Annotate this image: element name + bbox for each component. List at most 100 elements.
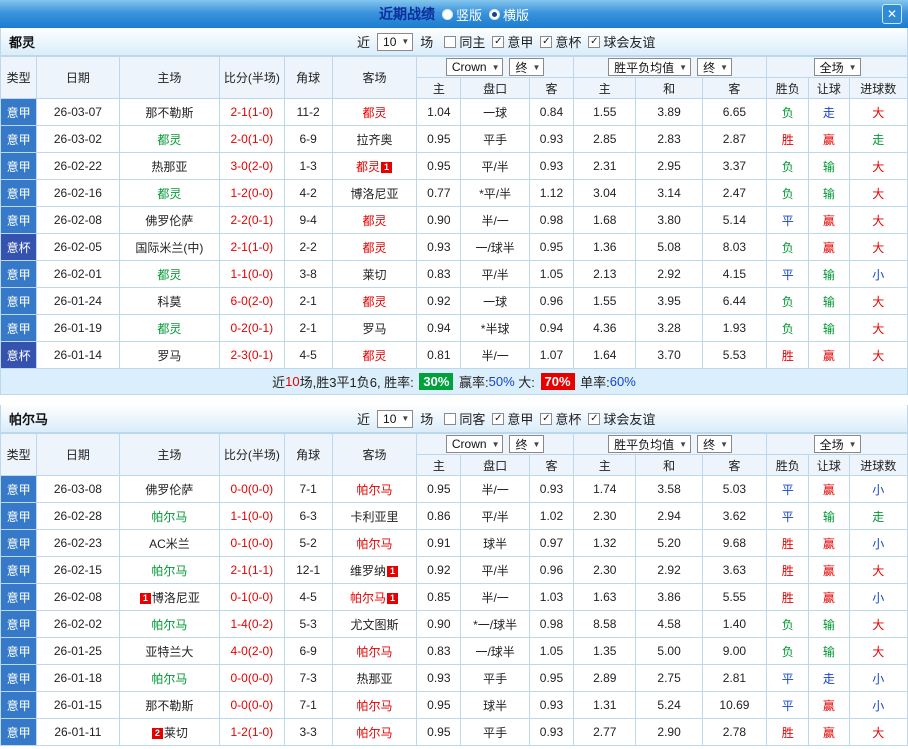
avg-period-select[interactable]: 终 ▼ (697, 58, 733, 76)
scope-select[interactable]: 全场 ▼ (813, 58, 861, 76)
team-label: 帕尔马 (356, 725, 393, 740)
checkbox-label[interactable]: 球会友谊 (603, 32, 655, 51)
home-team-cell: 都灵 (118, 260, 221, 288)
checkbox-icon[interactable]: ✓ (492, 35, 505, 48)
handicap-odds-header-group: Crown ▼ 终 ▼ (416, 433, 575, 455)
chevron-down-icon[interactable]: ▼ (679, 63, 687, 72)
score-cell: 2-0(1-0) (219, 125, 285, 153)
chevron-down-icon[interactable]: ▼ (533, 440, 541, 449)
select-value[interactable]: 胜平负均值 (614, 436, 674, 453)
corners-cell: 5-2 (283, 529, 333, 557)
home-odds-cell: 0.93 (416, 664, 462, 692)
chevron-down-icon[interactable]: ▼ (720, 63, 728, 72)
competition-cell: 意甲 (0, 206, 38, 234)
avg-odds-select[interactable]: 胜平负均值 ▼ (608, 58, 692, 76)
bookmaker-select[interactable]: Crown ▼ (445, 435, 504, 453)
chevron-down-icon[interactable]: ▼ (533, 63, 541, 72)
away-odds-cell: 1.02 (528, 502, 575, 530)
home-odds-cell: 0.95 (416, 152, 462, 180)
layout-radio-icon[interactable] (489, 8, 500, 20)
layout-radio-label[interactable]: 横版 (503, 5, 529, 24)
handicap-result-cell: 赢 (808, 691, 850, 719)
chevron-down-icon[interactable]: ▼ (849, 63, 857, 72)
select-value[interactable]: 10 (383, 412, 396, 426)
checkbox-icon[interactable]: ✓ (588, 35, 601, 48)
close-icon[interactable]: ✕ (887, 7, 897, 21)
checkbox-label[interactable]: 意杯 (555, 409, 581, 428)
score-cell: 1-1(0-0) (219, 502, 285, 530)
win-odds-cell: 1.36 (573, 233, 637, 261)
layout-radio-icon[interactable] (441, 8, 453, 20)
close-button[interactable]: ✕ (882, 4, 902, 24)
filter-checkbox[interactable]: ✓ 意甲 (492, 32, 533, 51)
checkbox-icon[interactable]: ✓ (492, 412, 505, 425)
select-value[interactable]: 全场 (820, 436, 844, 453)
handicap-cell: 半/一 (460, 206, 530, 234)
col-header-corners: 角球 (283, 433, 333, 476)
lose-odds-cell: 3.63 (701, 556, 768, 584)
select-value[interactable]: Crown (452, 437, 487, 451)
select-value[interactable]: 终 (703, 436, 715, 453)
red-card-badge: 2 (151, 727, 163, 739)
win-odds-cell: 1.35 (573, 637, 637, 665)
team-label: 罗马 (362, 321, 387, 336)
score-cell: 2-1(1-0) (219, 98, 285, 126)
results-table: 类型 日期 主场 比分(半场) 角球 客场 Crown ▼ 终 ▼ 胜平负均值 … (0, 433, 908, 746)
chevron-down-icon[interactable]: ▼ (720, 440, 728, 449)
date-cell: 26-02-23 (36, 529, 120, 557)
score-cell: 1-4(0-2) (219, 610, 285, 638)
select-value[interactable]: Crown (452, 60, 487, 74)
filter-checkbox[interactable]: ✓ 球会友谊 (588, 32, 655, 51)
filter-checkbox[interactable]: 同客 (444, 409, 485, 428)
chevron-down-icon[interactable]: ▼ (679, 440, 687, 449)
checkbox-label[interactable]: 意甲 (507, 32, 533, 51)
scope-select[interactable]: 全场 ▼ (813, 435, 861, 453)
checkbox-icon[interactable]: ✓ (540, 412, 553, 425)
chevron-down-icon[interactable]: ▼ (849, 440, 857, 449)
bookmaker-select[interactable]: Crown ▼ (445, 58, 504, 76)
select-value[interactable]: 终 (515, 436, 527, 453)
corners-cell: 1-3 (283, 152, 333, 180)
filter-checkbox[interactable]: ✓ 意甲 (492, 409, 533, 428)
scope-header-group: 全场 ▼ (766, 56, 908, 78)
select-value[interactable]: 胜平负均值 (614, 59, 674, 76)
summary-segment: 10 (285, 374, 300, 389)
checkbox-icon[interactable]: ✓ (588, 412, 601, 425)
chevron-down-icon[interactable]: ▼ (401, 414, 409, 423)
filter-checkbox[interactable]: ✓ 球会友谊 (588, 409, 655, 428)
col-header-home: 主场 (118, 433, 221, 476)
handicap-result-cell: 赢 (808, 341, 850, 369)
avg-odds-select[interactable]: 胜平负均值 ▼ (608, 435, 692, 453)
filter-checkbox[interactable]: 同主 (444, 32, 485, 51)
select-value[interactable]: 全场 (820, 59, 844, 76)
games-count-select[interactable]: 10 ▼ (377, 409, 414, 428)
checkbox-icon[interactable] (444, 35, 457, 48)
chevron-down-icon[interactable]: ▼ (492, 63, 500, 72)
filter-checkbox[interactable]: ✓ 意杯 (540, 409, 581, 428)
chevron-down-icon[interactable]: ▼ (492, 440, 500, 449)
checkbox-label[interactable]: 同客 (459, 409, 485, 428)
select-value[interactable]: 10 (383, 35, 396, 49)
odds-period-select[interactable]: 终 ▼ (509, 435, 545, 453)
select-value[interactable]: 终 (515, 59, 527, 76)
checkbox-label[interactable]: 意杯 (555, 32, 581, 51)
checkbox-label[interactable]: 球会友谊 (603, 409, 655, 428)
date-cell: 26-01-19 (36, 314, 120, 342)
checkbox-icon[interactable] (444, 412, 457, 425)
odds-period-select[interactable]: 终 ▼ (509, 58, 545, 76)
result-cell: 负 (766, 287, 810, 315)
games-count-select[interactable]: 10 ▼ (377, 32, 414, 51)
corners-cell: 4-5 (283, 583, 333, 611)
layout-radio-label[interactable]: 竖版 (456, 5, 482, 24)
select-value[interactable]: 终 (703, 59, 715, 76)
filter-checkbox[interactable]: ✓ 意杯 (540, 32, 581, 51)
avg-period-select[interactable]: 终 ▼ (697, 435, 733, 453)
checkbox-label[interactable]: 意甲 (507, 409, 533, 428)
home-odds-cell: 0.95 (416, 691, 462, 719)
lose-odds-cell: 5.55 (701, 583, 768, 611)
checkbox-icon[interactable]: ✓ (540, 35, 553, 48)
goals-cell: 大 (848, 556, 908, 584)
chevron-down-icon[interactable]: ▼ (401, 37, 409, 46)
goals-cell: 小 (848, 583, 908, 611)
checkbox-label[interactable]: 同主 (459, 32, 485, 51)
